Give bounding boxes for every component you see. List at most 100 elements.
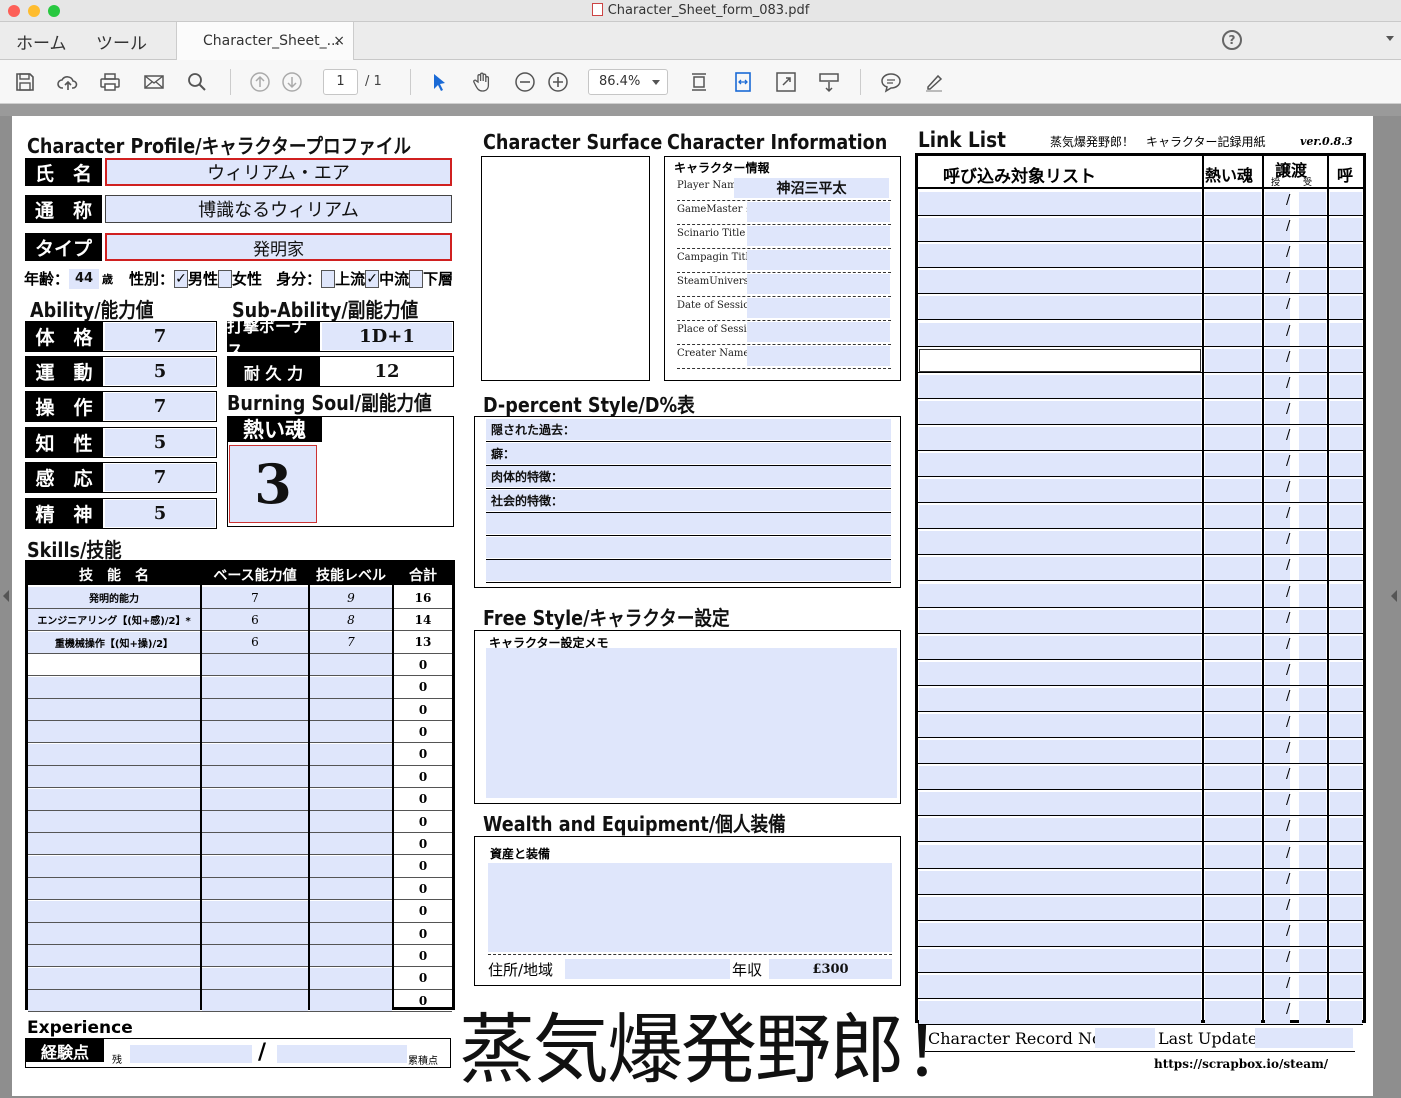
skill-name-cell[interactable] <box>28 900 200 922</box>
free-memo-field[interactable] <box>486 648 897 798</box>
ability-value-field[interactable]: 5 <box>105 500 215 527</box>
link-call-field[interactable] <box>1330 296 1362 320</box>
info-field-input[interactable]: 神沼三平太 <box>734 178 889 198</box>
skill-base-cell[interactable] <box>202 923 308 944</box>
link-target-field[interactable] <box>919 218 1201 242</box>
skill-name-cell[interactable] <box>28 923 200 944</box>
link-target-field[interactable] <box>919 766 1201 790</box>
skill-level-cell[interactable] <box>310 766 392 788</box>
link-hot-field[interactable] <box>1205 792 1261 816</box>
link-call-field[interactable] <box>1330 740 1362 764</box>
link-hot-field[interactable] <box>1205 635 1261 659</box>
link-call-field[interactable] <box>1330 244 1362 268</box>
ability-value-field[interactable]: 7 <box>105 464 215 491</box>
link-target-field[interactable] <box>919 740 1201 764</box>
link-receive-field[interactable] <box>1299 531 1326 555</box>
link-hot-field[interactable] <box>1205 505 1261 529</box>
skill-name-cell[interactable] <box>28 788 200 810</box>
skill-base-cell[interactable] <box>202 900 308 922</box>
skill-name-cell[interactable] <box>28 699 200 720</box>
skill-level-cell[interactable] <box>310 990 392 1012</box>
link-hot-field[interactable] <box>1205 270 1261 294</box>
link-call-field[interactable] <box>1330 505 1362 529</box>
link-target-field[interactable] <box>919 270 1201 294</box>
skill-name-cell[interactable] <box>28 811 200 832</box>
link-receive-field[interactable] <box>1299 609 1326 633</box>
link-receive-field[interactable] <box>1299 557 1326 581</box>
skill-level-cell[interactable] <box>310 855 392 877</box>
link-call-field[interactable] <box>1330 192 1362 215</box>
link-target-field[interactable] <box>919 975 1201 998</box>
fit-width-icon[interactable] <box>730 69 756 95</box>
link-receive-field[interactable] <box>1299 844 1326 868</box>
skill-level-cell[interactable] <box>310 833 392 855</box>
link-target-field[interactable] <box>919 687 1201 711</box>
link-target-field[interactable] <box>919 400 1201 424</box>
skill-level-cell[interactable]: 7 <box>310 631 392 653</box>
skill-level-cell[interactable] <box>310 900 392 922</box>
zoom-in-icon[interactable] <box>545 69 571 95</box>
link-hot-field[interactable] <box>1205 975 1261 998</box>
full-screen-icon[interactable] <box>773 69 799 95</box>
link-hot-field[interactable] <box>1205 218 1261 242</box>
skill-base-cell[interactable]: 6 <box>202 609 308 631</box>
nav-tools[interactable]: ツール <box>96 29 147 54</box>
cloud-upload-icon[interactable] <box>55 69 81 95</box>
link-target-field[interactable] <box>919 583 1201 607</box>
link-call-field[interactable] <box>1330 218 1362 242</box>
skill-base-cell[interactable] <box>202 967 308 989</box>
skill-name-cell[interactable] <box>28 967 200 989</box>
link-hot-field[interactable] <box>1205 687 1261 711</box>
link-target-field[interactable] <box>919 714 1201 737</box>
skill-level-cell[interactable] <box>310 721 392 743</box>
link-target-field[interactable] <box>919 244 1201 268</box>
skill-base-cell[interactable] <box>202 945 308 967</box>
link-call-field[interactable] <box>1330 844 1362 868</box>
subability-value-field[interactable]: 1D+1 <box>322 323 452 350</box>
link-target-field[interactable] <box>919 922 1201 946</box>
skill-name-cell[interactable]: 発明的能力 <box>28 587 200 608</box>
skill-base-cell[interactable] <box>202 766 308 788</box>
link-call-field[interactable] <box>1330 531 1362 555</box>
link-target-field[interactable] <box>919 374 1201 398</box>
link-receive-field[interactable] <box>1299 1001 1326 1025</box>
link-receive-field[interactable] <box>1299 322 1326 346</box>
skill-level-cell[interactable] <box>310 967 392 989</box>
income-field[interactable]: £300 <box>769 959 892 979</box>
upper-class-checkbox[interactable] <box>321 269 336 288</box>
link-call-field[interactable] <box>1330 270 1362 294</box>
skill-name-cell[interactable] <box>28 990 200 1012</box>
link-receive-field[interactable] <box>1299 192 1326 215</box>
info-field-input[interactable] <box>747 226 890 246</box>
link-call-field[interactable] <box>1330 453 1362 476</box>
ability-value-field[interactable]: 5 <box>105 429 215 456</box>
skill-base-cell[interactable]: 7 <box>202 587 308 608</box>
link-receive-field[interactable] <box>1299 948 1326 972</box>
minimize-window-button[interactable] <box>28 5 40 17</box>
link-hot-field[interactable] <box>1205 296 1261 320</box>
skill-base-cell[interactable] <box>202 833 308 855</box>
link-call-field[interactable] <box>1330 426 1362 450</box>
link-target-field[interactable] <box>919 426 1201 450</box>
skill-level-cell[interactable]: 8 <box>310 609 392 631</box>
link-receive-field[interactable] <box>1299 348 1326 372</box>
hot-soul-field[interactable]: 3 <box>229 445 317 523</box>
link-call-field[interactable] <box>1330 583 1362 607</box>
link-target-field[interactable] <box>919 505 1201 529</box>
link-receive-field[interactable] <box>1299 870 1326 894</box>
male-checkbox[interactable]: ✓ <box>174 269 189 288</box>
link-target-field[interactable] <box>919 818 1201 842</box>
link-call-field[interactable] <box>1330 766 1362 790</box>
skill-base-cell[interactable]: 6 <box>202 631 308 653</box>
dpercent-field[interactable] <box>486 536 891 558</box>
link-receive-field[interactable] <box>1299 453 1326 476</box>
close-tab-icon[interactable]: × <box>333 22 345 60</box>
link-call-field[interactable] <box>1330 714 1362 737</box>
link-receive-field[interactable] <box>1299 975 1326 998</box>
right-panel-toggle-icon[interactable] <box>1391 590 1397 602</box>
alias-field[interactable]: 博識なるウィリアム <box>105 195 452 223</box>
link-receive-field[interactable] <box>1299 583 1326 607</box>
link-call-field[interactable] <box>1330 818 1362 842</box>
skill-base-cell[interactable] <box>202 743 308 765</box>
link-hot-field[interactable] <box>1205 374 1261 398</box>
